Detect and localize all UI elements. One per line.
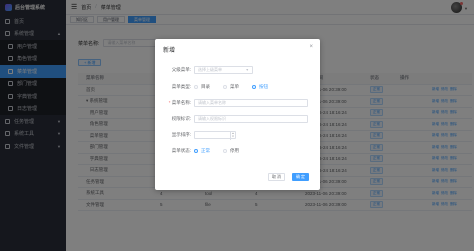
parent-menu-select[interactable]: 选择上级菜单 ▼ [194,65,253,74]
dialog-title: 新增 [163,48,176,54]
radio-button[interactable] [252,84,256,89]
permission-row: 权限标识: 请输入权限标识 [155,114,320,123]
permission-label: 权限标识: [171,115,191,121]
menu-name-label-text: 菜单名称: [171,99,191,105]
stepper-arrows-icon[interactable]: ▲ ▼ [230,131,235,140]
cancel-button[interactable]: 取 消 [268,173,285,181]
menu-name-label: * 菜单名称: [155,100,194,106]
radio-label[interactable]: 停用 [230,148,239,154]
radio-label[interactable]: 正常 [201,148,210,154]
menu-type-radios: 目录 菜单 按钮 [194,84,278,90]
menu-status-radios: 正常 停用 [194,148,249,154]
close-icon[interactable]: × [309,44,313,50]
radio-label[interactable]: 目录 [201,84,210,90]
order-label: 显示排序: [171,131,191,137]
radio-label[interactable]: 菜单 [230,84,239,90]
confirm-button[interactable]: 确 定 [292,173,309,181]
chevron-down-icon: ▼ [245,67,249,72]
radio-button[interactable] [223,84,227,89]
menu-status-row: 菜单状态: 正常 停用 [155,146,320,155]
radio-label[interactable]: 按钮 [259,84,268,90]
radio-button[interactable] [194,148,198,153]
radio-button[interactable] [223,148,227,153]
parent-menu-placeholder: 选择上级菜单 [198,66,222,72]
menu-type-row: 菜单类型: 目录 菜单 按钮 [155,82,320,91]
menu-name-row: * 菜单名称: 请输入菜单名称 [155,98,320,107]
menu-name-input[interactable]: 请输入菜单名称 [194,98,308,107]
menu-type-label: 菜单类型: [171,83,191,89]
add-menu-dialog: 新增 × 父级菜单: 选择上级菜单 ▼ 菜单类型: 目录 菜单 按钮 * 菜单名称:… [155,39,320,190]
parent-menu-label: 父级菜单: [171,66,191,72]
permission-input[interactable]: 请输入权限标识 [194,114,308,123]
order-row: 显示排序: ▲ ▼ [155,130,320,140]
order-stepper[interactable]: ▲ ▼ [194,130,236,140]
required-mark: * [168,99,171,105]
app-root: 后台管理系统 首页系统管理▲用户管理角色管理菜单管理部门管理字典管理日志管理任务… [0,0,474,251]
menu-status-label: 菜单状态: [171,147,191,153]
radio-button[interactable] [194,84,198,89]
parent-menu-row: 父级菜单: 选择上级菜单 ▼ [155,65,320,74]
